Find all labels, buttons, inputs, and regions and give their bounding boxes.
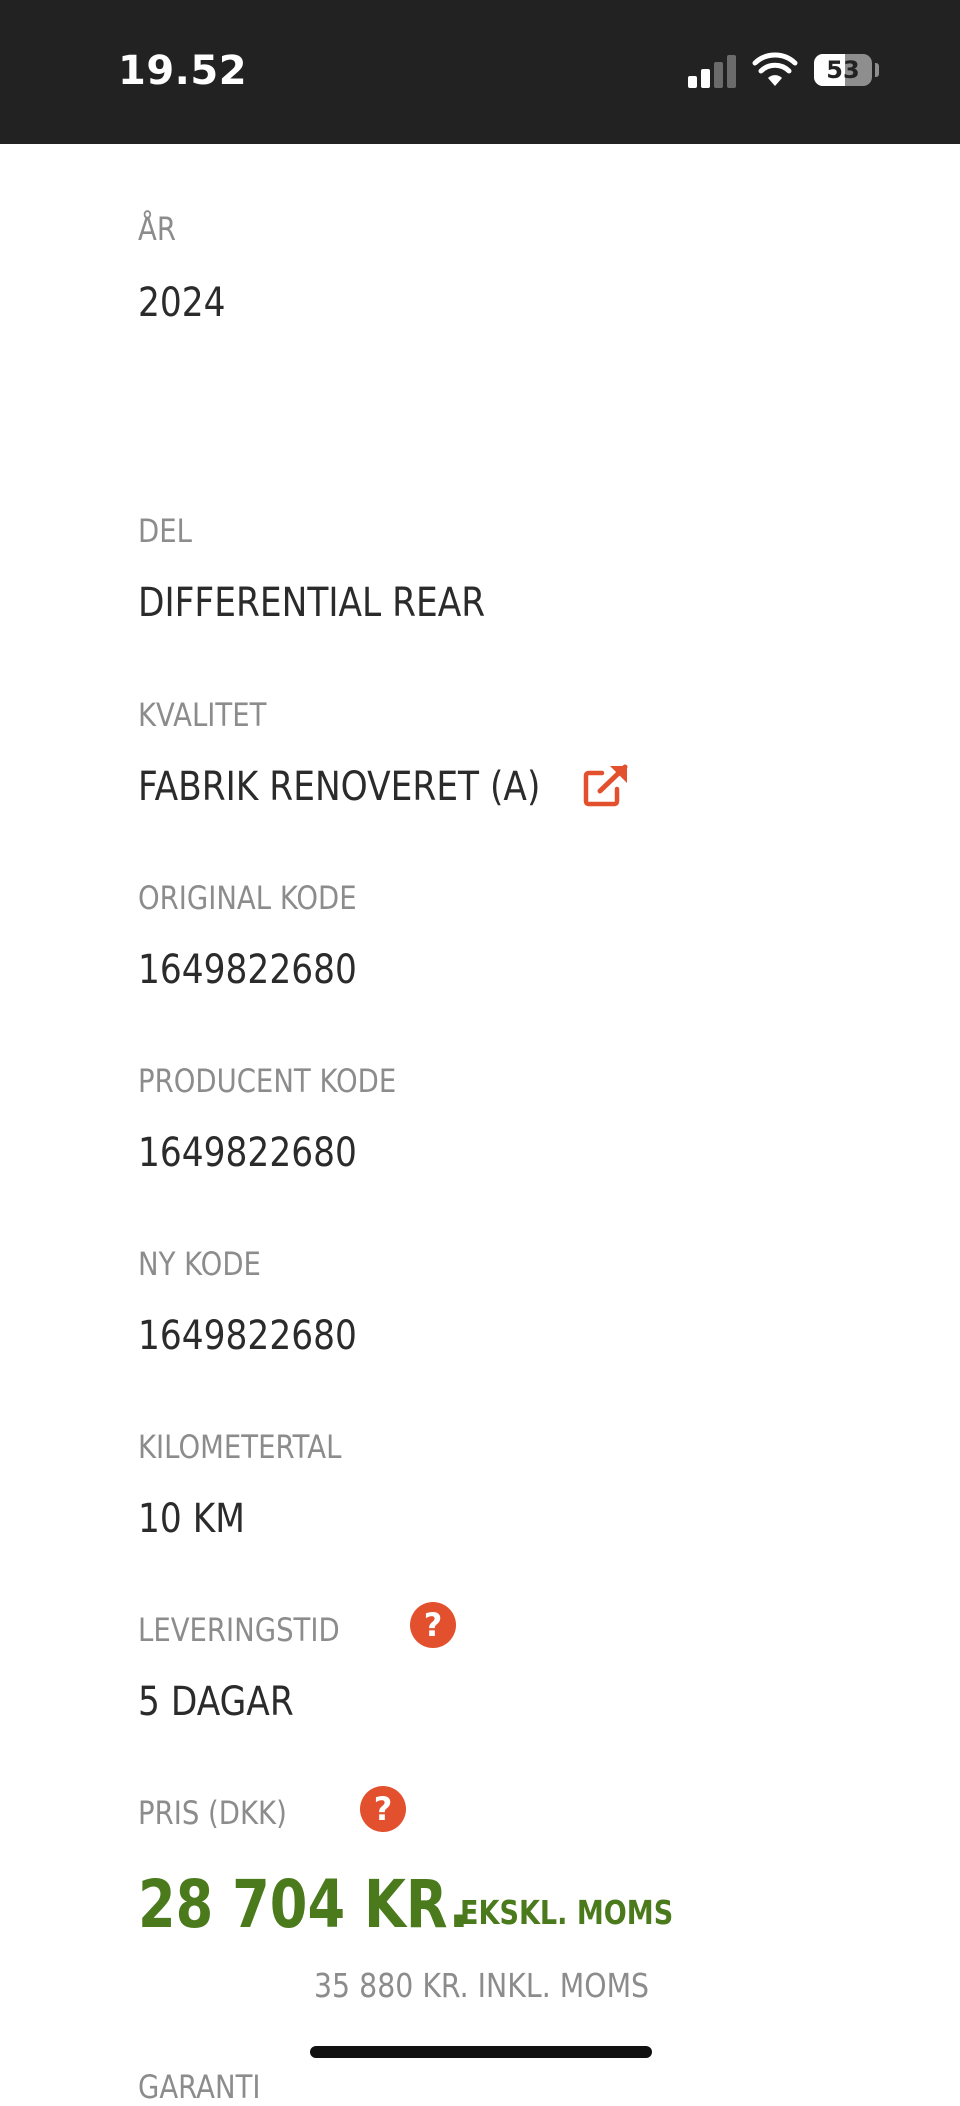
wifi-icon xyxy=(752,52,798,86)
new-code-value: 1649822680 xyxy=(138,1313,357,1359)
original-code-value: 1649822680 xyxy=(138,947,357,993)
signal-bar xyxy=(714,62,723,88)
mileage-value: 10 KM xyxy=(138,1496,245,1542)
price-excl-amount: 28 704 KR. xyxy=(138,1866,470,1943)
new-code-label: NY KODE xyxy=(138,1245,261,1283)
part-label: DEL xyxy=(138,512,192,550)
signal-bar xyxy=(688,76,697,88)
delivery-label: LEVERINGSTID xyxy=(138,1611,340,1649)
cellular-signal-icon xyxy=(688,54,738,88)
price-label: PRIS (DKK) xyxy=(138,1794,287,1832)
external-link-icon[interactable] xyxy=(582,764,630,808)
quality-value: FABRIK RENOVERET (A) xyxy=(138,764,541,810)
price-incl: 35 880 KR. INKL. MOMS xyxy=(314,1966,650,2005)
delivery-value: 5 DAGAR xyxy=(138,1679,294,1725)
part-value: DIFFERENTIAL REAR xyxy=(138,580,486,626)
mileage-label: KILOMETERTAL xyxy=(138,1428,342,1466)
quality-label: KVALITET xyxy=(138,696,267,734)
home-indicator xyxy=(310,2046,652,2058)
original-code-label: ORIGINAL KODE xyxy=(138,879,357,917)
year-value: 2024 xyxy=(138,280,226,326)
battery-cap xyxy=(875,63,879,77)
battery-icon: 53 xyxy=(814,54,872,86)
clock: 19.52 xyxy=(118,48,248,94)
signal-bar xyxy=(727,55,736,88)
warranty-label: GARANTI xyxy=(138,2068,261,2106)
battery-percent: 53 xyxy=(826,56,860,84)
price-excl-suffix: EKSKL. MOMS xyxy=(460,1893,674,1932)
producer-code-label: PRODUCENT KODE xyxy=(138,1062,397,1100)
delivery-help-icon[interactable]: ? xyxy=(410,1602,456,1648)
year-label: ÅR xyxy=(138,210,176,248)
status-bar: 19.52 53 xyxy=(0,0,960,144)
signal-bar xyxy=(701,69,710,88)
producer-code-value: 1649822680 xyxy=(138,1130,357,1176)
price-help-icon[interactable]: ? xyxy=(360,1786,406,1832)
